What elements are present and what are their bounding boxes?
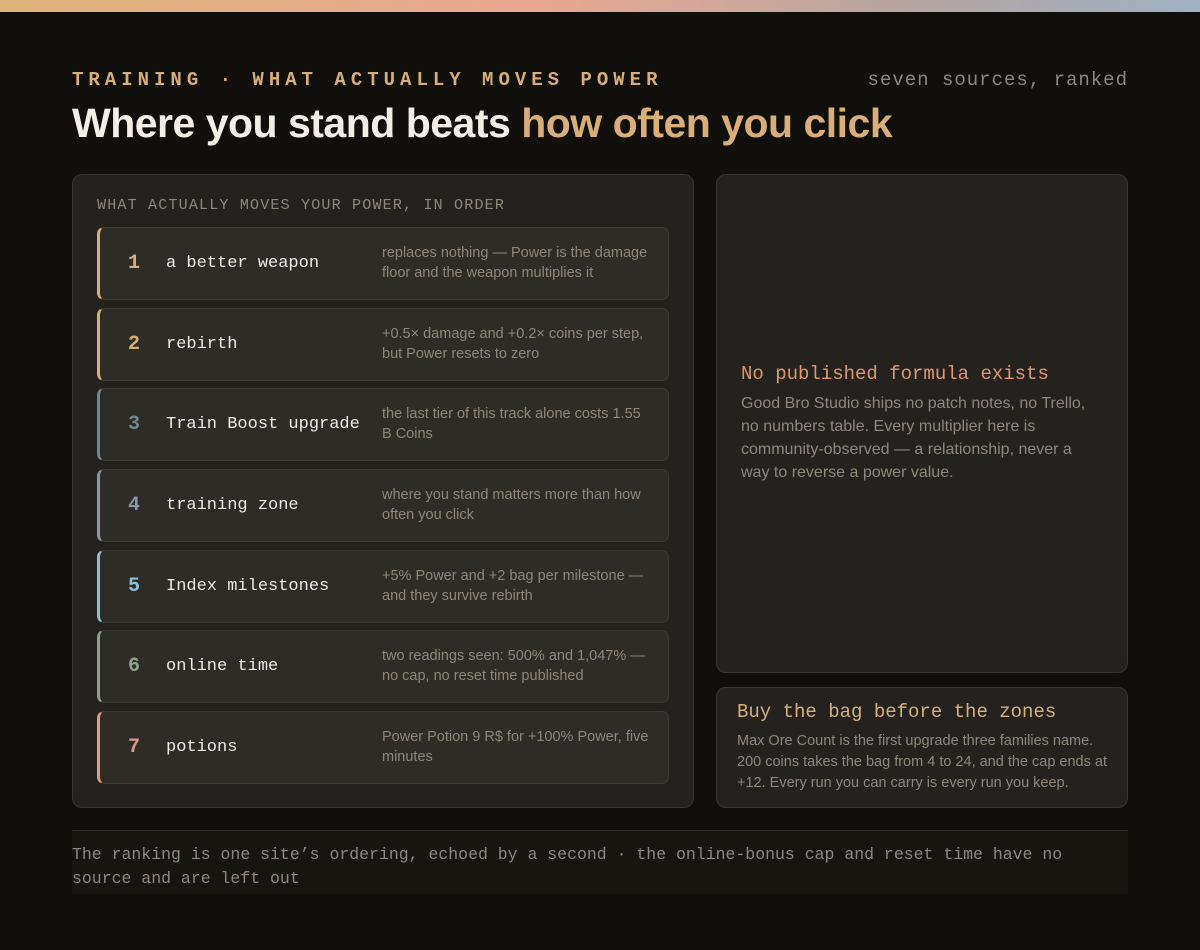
- rank-number: 7: [128, 736, 141, 759]
- rank-name: Train Boost upgrade: [166, 415, 360, 434]
- rank-number: 2: [128, 333, 141, 356]
- rank-description: replaces nothing — Power is the damage f…: [382, 245, 648, 281]
- tip-title: Buy the bag before the zones: [737, 701, 1057, 723]
- rank-name: training zone: [166, 496, 299, 515]
- rank-item: 1 a better weapon replaces nothing — Pow…: [97, 227, 669, 300]
- bag-tip-card: Buy the bag before the zones Max Ore Cou…: [716, 687, 1128, 808]
- footer-text: The ranking is one site’s ordering, echo…: [72, 845, 1063, 888]
- footer-note: The ranking is one site’s ordering, echo…: [72, 830, 1128, 894]
- page-title-accent: how often you click: [521, 100, 893, 146]
- note-body: Good Bro Studio ships no patch notes, no…: [741, 395, 1086, 481]
- rank-description: Power Potion 9 R$ for +100% Power, five …: [382, 729, 649, 765]
- page-title-main: Where you stand beats: [72, 100, 522, 146]
- rank-number: 6: [128, 655, 141, 678]
- rank-number: 3: [128, 413, 141, 436]
- ranking-title: WHAT ACTUALLY MOVES YOUR POWER, IN ORDER: [97, 197, 506, 214]
- formula-note-card: No published formula exists Good Bro Stu…: [716, 174, 1128, 673]
- corner-note: seven sources, ranked: [867, 69, 1128, 91]
- rank-item: 6 online time two readings seen: 500% an…: [97, 630, 669, 703]
- rank-description: +5% Power and +2 bag per milestone — and…: [382, 568, 644, 604]
- rank-description: two readings seen: 500% and 1,047% — no …: [382, 648, 645, 684]
- rank-name: Index milestones: [166, 577, 330, 596]
- section-eyebrow: TRAINING · WHAT ACTUALLY MOVES POWER: [72, 69, 663, 91]
- rank-description: where you stand matters more than how of…: [382, 487, 641, 523]
- rank-description: +0.5× damage and +0.2× coins per step, b…: [382, 326, 644, 362]
- tip-body: Max Ore Count is the first upgrade three…: [737, 733, 1107, 791]
- rank-number: 4: [128, 494, 141, 517]
- rank-item: 7 potions Power Potion 9 R$ for +100% Po…: [97, 711, 669, 784]
- rank-name: rebirth: [166, 335, 238, 354]
- note-title: No published formula exists: [741, 363, 1049, 385]
- rank-name: online time: [166, 657, 279, 676]
- rank-name: a better weapon: [166, 254, 320, 273]
- rank-number: 1: [128, 252, 141, 275]
- rank-number: 5: [128, 575, 141, 598]
- rank-item: 2 rebirth +0.5× damage and +0.2× coins p…: [97, 308, 669, 381]
- rank-description: the last tier of this track alone costs …: [382, 406, 641, 442]
- page-title: Where you stand beats how often you clic…: [72, 100, 893, 147]
- rank-item: 4 training zone where you stand matters …: [97, 469, 669, 542]
- rank-item: 5 Index milestones +5% Power and +2 bag …: [97, 550, 669, 623]
- ranking-card: WHAT ACTUALLY MOVES YOUR POWER, IN ORDER…: [72, 174, 694, 808]
- rank-item: 3 Train Boost upgrade the last tier of t…: [97, 388, 669, 461]
- top-gradient-bar: [0, 0, 1200, 12]
- rank-name: potions: [166, 738, 238, 757]
